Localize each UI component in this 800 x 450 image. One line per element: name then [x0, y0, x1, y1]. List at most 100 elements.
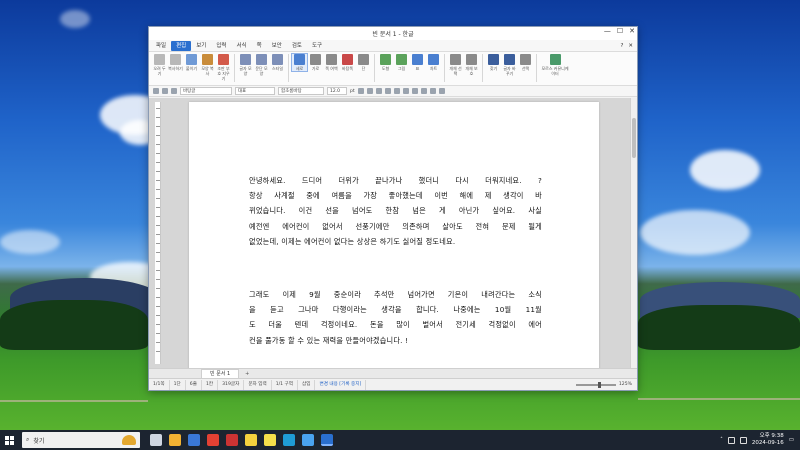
ribbon-button[interactable]: 개체 선택 — [448, 54, 463, 76]
bold-icon[interactable] — [357, 88, 364, 94]
ruler-tick — [156, 297, 160, 298]
vertical-scrollbar[interactable] — [630, 98, 637, 368]
windows-icon — [4, 435, 14, 445]
menu-view[interactable]: 보기 — [191, 41, 211, 51]
ribbon-button[interactable]: 복사하기 — [168, 54, 183, 71]
hwp-icon[interactable] — [321, 434, 333, 446]
menu-insert[interactable]: 입력 — [211, 41, 231, 51]
ribbon-button[interactable]: 가로 — [308, 54, 323, 71]
start-button[interactable] — [0, 430, 18, 450]
status-col: 1칸 — [202, 379, 219, 390]
ribbon-button[interactable]: 문단 모양 — [254, 54, 269, 76]
chat-icon[interactable] — [245, 434, 257, 446]
underline-icon[interactable] — [375, 88, 382, 94]
menu-security[interactable]: 보안 — [267, 41, 287, 51]
app-icon-1[interactable] — [169, 434, 181, 446]
store-icon[interactable] — [302, 434, 314, 446]
scroll-thumb[interactable] — [632, 118, 636, 158]
ruler-tick — [156, 270, 160, 271]
ribbon-button[interactable]: 모양 복사 — [200, 54, 215, 76]
menu-tools[interactable]: 도구 — [307, 41, 327, 51]
undo-icon[interactable] — [153, 88, 159, 94]
zoom-slider[interactable] — [575, 381, 616, 388]
ribbon-button[interactable]: 모르스 커뮤니케이터 — [540, 54, 570, 76]
font-select[interactable]: 함초롬바탕 — [278, 87, 324, 95]
status-track-changes[interactable]: 변경 내용 [기록 중지] — [315, 379, 367, 390]
ribbon-button[interactable]: 조판 부호 지우기 — [216, 54, 231, 81]
menu-review[interactable]: 검토 — [287, 41, 307, 51]
ribbon-button-icon — [256, 54, 267, 65]
document-page[interactable]: 안녕하세요. 드디어 더위가 끝나가나 했더니 다시 더워지네요. ? 항상 사… — [189, 102, 599, 368]
ribbon-button[interactable]: 표 — [410, 54, 425, 71]
chrome-icon[interactable] — [207, 434, 219, 446]
font-color-icon[interactable] — [384, 88, 391, 94]
ribbon-button-label: 문단 모양 — [255, 66, 268, 76]
cloud — [640, 210, 750, 255]
menu-edit[interactable]: 편집 — [171, 40, 192, 51]
ribbon-button-icon — [380, 54, 391, 65]
align-left-icon[interactable] — [402, 88, 409, 94]
highlight-icon[interactable] — [393, 88, 400, 94]
ribbon-button[interactable]: 오려 두기 — [152, 54, 167, 76]
ribbon-button[interactable]: 차트 — [426, 54, 441, 71]
align-justify-icon[interactable] — [429, 88, 436, 94]
photos-icon[interactable] — [188, 434, 200, 446]
status-insert[interactable]: 삽입 — [298, 379, 316, 390]
ribbon-button[interactable]: 세로 — [291, 53, 308, 72]
menu-format[interactable]: 서식 — [232, 41, 252, 51]
document-tab[interactable]: 빈 문서 1 — [201, 369, 240, 378]
clock[interactable]: 오후 9:38 2024-09-16 — [752, 433, 784, 447]
record-icon[interactable] — [226, 434, 238, 446]
ruler-tick — [156, 315, 160, 316]
ribbon-button-label: 가로 — [311, 66, 320, 71]
edge-icon[interactable] — [283, 434, 295, 446]
align-center-icon[interactable] — [411, 88, 418, 94]
paragraph-2[interactable]: 그래도 이제 9월 중순이라 추석만 넘어가면 기온이 내려간다는 소식 을 듣… — [249, 287, 542, 348]
help-icon[interactable]: ? — [620, 43, 623, 49]
ribbon-button[interactable]: 스타일 — [270, 54, 285, 71]
format-toolbar: 바탕글 대표 함초롬바탕 12.0 pt — [149, 86, 637, 97]
notification-icon[interactable]: ▭ — [789, 437, 794, 443]
ribbon-button[interactable]: 도형 — [378, 54, 393, 71]
close-doc-icon[interactable]: ✕ — [628, 43, 633, 49]
ribbon-button[interactable]: 선택 — [518, 54, 533, 71]
ribbon-button-label: 찾기 — [489, 66, 498, 71]
ribbon-button[interactable]: 붙이기 — [184, 54, 199, 71]
ribbon-button[interactable]: 글자 바꾸기 — [502, 54, 517, 76]
zoom-level[interactable]: 125% — [619, 382, 632, 387]
style-select[interactable]: 바탕글 — [180, 87, 232, 95]
network-icon[interactable] — [727, 436, 735, 444]
search-box[interactable]: ⌕ 찾기 — [22, 432, 140, 448]
fence — [0, 400, 148, 402]
close-button[interactable]: ✕ — [629, 27, 635, 35]
ribbon-button[interactable]: 찾기 — [486, 54, 501, 71]
volume-icon[interactable] — [739, 436, 747, 444]
ribbon-button[interactable]: 단 — [356, 54, 371, 71]
font-size-input[interactable]: 12.0 — [327, 87, 347, 95]
add-tab-button[interactable]: + — [245, 371, 249, 377]
ribbon-button-icon — [272, 54, 283, 65]
kakao-icon[interactable] — [264, 434, 276, 446]
language-select[interactable]: 대표 — [235, 87, 275, 95]
paragraph-1[interactable]: 안녕하세요. 드디어 더위가 끝나가나 했더니 다시 더워지네요. ? 항상 사… — [249, 173, 542, 249]
print-icon[interactable] — [171, 88, 177, 94]
maximize-button[interactable]: ☐ — [617, 27, 623, 35]
line-spacing-icon[interactable] — [438, 88, 445, 94]
ruler-tick — [156, 117, 160, 118]
ribbon-button-label: 차트 — [429, 66, 438, 71]
ribbon-button[interactable]: 바탕쪽 — [340, 54, 355, 71]
menu-page[interactable]: 쪽 — [252, 41, 267, 51]
tray-chevron-icon[interactable]: ˄ — [720, 437, 723, 443]
ribbon-button[interactable]: 글자 모양 — [238, 54, 253, 76]
zoom-knob[interactable] — [597, 381, 601, 388]
minimize-button[interactable]: — — [604, 27, 611, 35]
menu-file[interactable]: 파일 — [151, 41, 171, 51]
redo-icon[interactable] — [162, 88, 168, 94]
ribbon-button[interactable]: 그림 — [394, 54, 409, 71]
task-view-icon[interactable] — [150, 434, 162, 446]
ribbon-button-icon — [342, 54, 353, 65]
ribbon-button[interactable]: 쪽 여백 — [324, 54, 339, 71]
italic-icon[interactable] — [366, 88, 373, 94]
align-right-icon[interactable] — [420, 88, 427, 94]
ribbon-button[interactable]: 개체 보호 — [464, 54, 479, 76]
